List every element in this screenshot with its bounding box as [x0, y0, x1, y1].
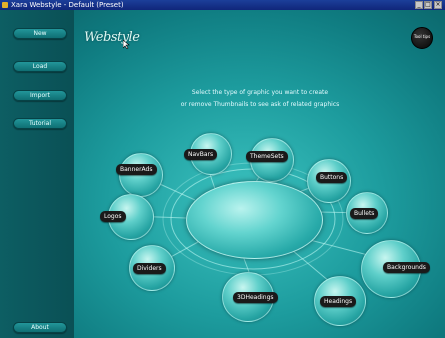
- banner-ads-bubble[interactable]: [119, 153, 163, 197]
- navbars-label[interactable]: NavBars: [184, 149, 218, 160]
- banner-ads-label[interactable]: BannerAds: [116, 164, 157, 175]
- center-ellipse: [186, 181, 323, 259]
- logos-label[interactable]: Logos: [100, 211, 126, 222]
- bullets-label[interactable]: Bullets: [350, 208, 379, 219]
- themesets-label[interactable]: ThemeSets: [246, 151, 288, 162]
- 3d-headings-label[interactable]: 3DHeadings: [233, 292, 278, 303]
- headings-label[interactable]: Headings: [320, 296, 357, 307]
- app-window: Xara Webstyle - Default (Preset) _ □ × N…: [0, 0, 445, 338]
- dividers-label[interactable]: Dividers: [133, 263, 166, 274]
- buttons-label[interactable]: Buttons: [316, 172, 348, 183]
- backgrounds-label[interactable]: Backgrounds: [383, 262, 430, 273]
